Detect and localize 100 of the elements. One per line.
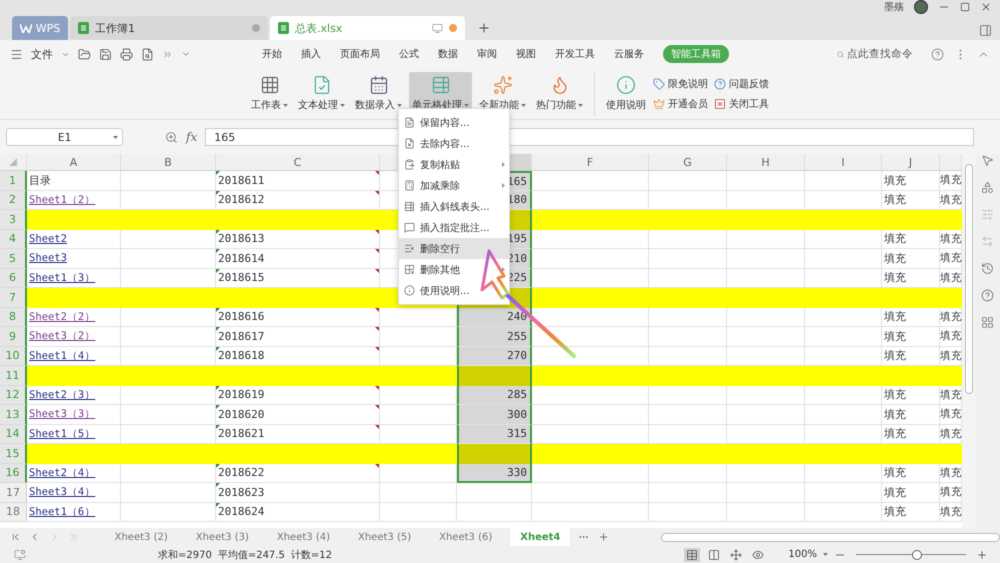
- ribbon-tab[interactable]: 插入: [301, 45, 321, 63]
- printer-icon[interactable]: [120, 48, 133, 60]
- move-icon: [730, 548, 742, 560]
- hyperlink[interactable]: Sheet3（4）: [29, 485, 96, 500]
- menu-item[interactable]: 使用说明...: [399, 280, 509, 301]
- panel-icon[interactable]: [979, 24, 992, 37]
- table-cell: 300: [507, 408, 527, 421]
- monitor-icon[interactable]: [432, 22, 443, 34]
- ribbon-button[interactable]: 使用说明: [603, 72, 649, 115]
- table-cell: 填充: [940, 388, 962, 402]
- ribbon-tab[interactable]: 公式: [399, 45, 419, 63]
- menu-item[interactable]: 复制粘贴: [399, 154, 509, 175]
- ribbon-tab[interactable]: 审阅: [477, 45, 497, 63]
- ribbon-tab[interactable]: 开发工具: [555, 45, 595, 63]
- table-cell: 2018615: [218, 271, 264, 284]
- ribbon-tab[interactable]: 云服务: [614, 45, 644, 63]
- hyperlink[interactable]: Sheet3（2）: [29, 329, 96, 344]
- ribbon-tab[interactable]: 视图: [516, 45, 536, 63]
- name-box[interactable]: E1: [6, 128, 123, 146]
- user-name[interactable]: 墨殇: [884, 0, 904, 14]
- ribbon-small-button[interactable]: 限免说明: [653, 76, 708, 90]
- ribbon-button[interactable]: 文本处理: [295, 72, 348, 115]
- close-icon[interactable]: [980, 1, 992, 13]
- normal-view-button[interactable]: [684, 548, 700, 562]
- menu-item[interactable]: 删除空行: [399, 238, 509, 259]
- column-header[interactable]: G: [649, 154, 727, 170]
- avatar[interactable]: [914, 0, 928, 14]
- menu-icon[interactable]: [10, 48, 23, 60]
- ribbon-tab[interactable]: 数据: [438, 45, 458, 63]
- slider-thumb[interactable]: [912, 550, 922, 560]
- maximize-icon[interactable]: [960, 2, 970, 12]
- hyperlink[interactable]: Sheet1（3）: [29, 270, 96, 285]
- column-header[interactable]: I: [805, 154, 882, 170]
- file-menu[interactable]: 文件: [31, 46, 53, 62]
- ribbon-button[interactable]: 工作表: [248, 72, 291, 115]
- first-sheet-icon[interactable]: [10, 531, 22, 543]
- hyperlink[interactable]: Sheet3: [29, 252, 67, 264]
- ribbon-small-button[interactable]: 开通会员: [653, 96, 708, 110]
- sheet-tab[interactable]: Xheet3 (2): [104, 528, 178, 546]
- hyperlink[interactable]: Sheet1（4）: [29, 348, 96, 363]
- menu-item[interactable]: 加减乘除: [399, 175, 509, 196]
- hyperlink[interactable]: Sheet2: [29, 232, 67, 245]
- column-header[interactable]: B: [121, 154, 216, 170]
- row-header[interactable]: 18: [0, 502, 27, 522]
- menu-item[interactable]: 插入斜线表头...: [399, 196, 509, 217]
- ribbon-button[interactable]: 热门功能: [533, 72, 586, 115]
- column-header[interactable]: F: [532, 154, 649, 170]
- document-x-icon: [404, 138, 415, 149]
- help-icon[interactable]: [931, 48, 944, 60]
- document-tab[interactable]: 工作簿1: [70, 16, 268, 40]
- menu-item[interactable]: 插入指定批注...: [399, 217, 509, 238]
- table-cell: 315: [507, 427, 527, 440]
- pointer-icon[interactable]: [981, 154, 994, 167]
- preview-icon[interactable]: [141, 48, 154, 60]
- column-header[interactable]: A: [27, 154, 121, 170]
- column-header[interactable]: C: [216, 154, 380, 170]
- column-header[interactable]: H: [727, 154, 805, 170]
- history-icon[interactable]: [981, 262, 994, 275]
- column-header[interactable]: J: [882, 154, 940, 170]
- sheet-tab[interactable]: Xheet4: [510, 528, 570, 546]
- table-icon: [686, 548, 698, 560]
- add-tab-icon[interactable]: [477, 21, 491, 35]
- hyperlink[interactable]: Sheet1（5）: [29, 426, 96, 441]
- horizontal-scrollbar[interactable]: [660, 532, 1000, 542]
- zoom-level[interactable]: 100%: [788, 549, 817, 560]
- save-icon[interactable]: [99, 48, 112, 60]
- calendar-icon: [368, 75, 388, 95]
- zoom-icon[interactable]: [165, 130, 178, 144]
- ribbon-tab[interactable]: 开始: [262, 45, 282, 63]
- macro-icon[interactable]: [14, 548, 26, 560]
- sliders-icon[interactable]: [981, 208, 994, 221]
- grid-icon[interactable]: [981, 316, 994, 329]
- table-cell: 2018620: [218, 408, 264, 421]
- sheet-tab[interactable]: Xheet3 (4): [266, 528, 340, 546]
- row-header[interactable]: 17: [0, 483, 27, 502]
- hyperlink[interactable]: Sheet1（2）: [29, 192, 96, 207]
- sheet-tab[interactable]: Xheet3 (6): [429, 528, 502, 546]
- sheet-tab[interactable]: Xheet3 (5): [348, 528, 422, 546]
- folder-icon[interactable]: [78, 48, 91, 60]
- ribbon-button[interactable]: 数据录入: [352, 72, 405, 115]
- ribbon-small-button[interactable]: 问题反馈: [714, 76, 769, 90]
- ribbon-small-button[interactable]: 关闭工具: [714, 96, 769, 110]
- sheet-tab[interactable]: Xheet3 (3): [186, 528, 259, 546]
- hyperlink[interactable]: Sheet2（4）: [29, 466, 96, 480]
- hyperlink[interactable]: Sheet2（3）: [29, 388, 96, 402]
- hyperlink[interactable]: Sheet2（2）: [29, 310, 96, 324]
- hyperlink[interactable]: Sheet1（6）: [29, 504, 96, 519]
- add-sheet-icon[interactable]: [598, 531, 609, 543]
- document-tab[interactable]: 总表.xlsx: [270, 16, 465, 40]
- scrollbar-thumb[interactable]: [964, 164, 972, 394]
- page-view-button[interactable]: [728, 548, 744, 562]
- menu-item[interactable]: 删除其他: [399, 259, 509, 280]
- help-icon[interactable]: [981, 289, 994, 302]
- number-flag-icon: [216, 464, 220, 468]
- ribbon-tab[interactable]: 页面布局: [340, 45, 380, 63]
- shapes-icon[interactable]: [981, 181, 994, 194]
- zoom-in-icon[interactable]: [976, 548, 988, 560]
- command-search-field[interactable]: 点此查找命令: [837, 48, 917, 60]
- function-label[interactable]: fx: [186, 130, 198, 144]
- hyperlink[interactable]: Sheet3（3）: [29, 407, 96, 422]
